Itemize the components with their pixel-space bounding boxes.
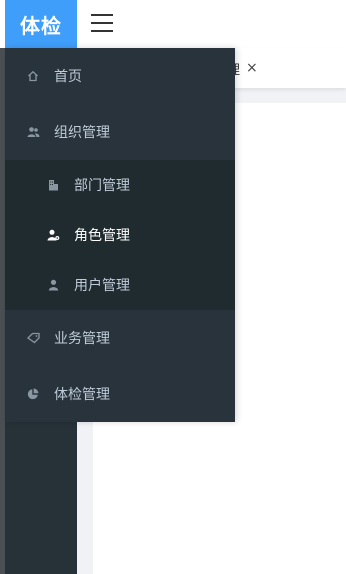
sidebar-flyout-menu: 首页 组织管理 部门管理 角色管理 用户管理 业务管理 体检管理 bbox=[5, 48, 235, 422]
sidebar-item-business[interactable]: 业务管理 bbox=[5, 310, 235, 366]
sidebar-item-departments[interactable]: 部门管理 bbox=[5, 160, 235, 210]
sidebar-item-organization[interactable]: 组织管理 bbox=[5, 104, 235, 160]
users-icon bbox=[26, 125, 40, 139]
sidebar-item-label: 用户管理 bbox=[74, 278, 130, 294]
sidebar-item-home[interactable]: 首页 bbox=[5, 48, 235, 104]
user-gear-icon bbox=[46, 228, 60, 242]
sidebar-item-roles[interactable]: 角色管理 bbox=[5, 210, 235, 260]
sidebar-item-label: 业务管理 bbox=[54, 331, 110, 347]
top-header: 体检 bbox=[0, 0, 346, 48]
pie-chart-icon bbox=[26, 387, 40, 401]
sidebar-item-label: 部门管理 bbox=[74, 178, 130, 194]
sidebar-item-label: 组织管理 bbox=[54, 125, 110, 141]
hamburger-menu-icon[interactable] bbox=[91, 13, 113, 33]
home-icon bbox=[26, 69, 40, 83]
sidebar-item-label: 角色管理 bbox=[74, 228, 130, 244]
tag-icon bbox=[26, 331, 40, 345]
submenu-organization: 部门管理 角色管理 用户管理 bbox=[5, 160, 235, 310]
sidebar-item-checkup[interactable]: 体检管理 bbox=[5, 366, 235, 422]
building-icon bbox=[46, 178, 60, 192]
close-icon[interactable]: × bbox=[246, 60, 258, 76]
app-logo[interactable]: 体检 bbox=[5, 0, 77, 48]
sidebar-item-label: 体检管理 bbox=[54, 387, 110, 403]
user-icon bbox=[46, 278, 60, 292]
sidebar-item-label: 首页 bbox=[54, 69, 82, 85]
sidebar-item-users[interactable]: 用户管理 bbox=[5, 260, 235, 310]
